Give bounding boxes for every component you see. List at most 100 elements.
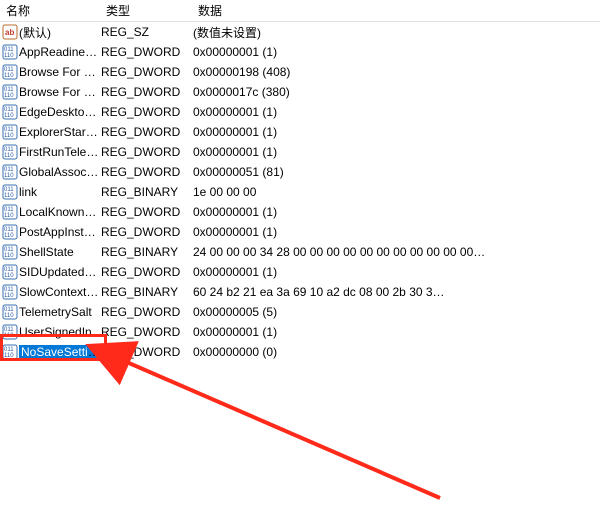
value-type-cell: REG_BINARY [101, 285, 193, 299]
value-data-cell: 1e 00 00 00 [193, 185, 600, 199]
registry-value-row[interactable]: 011110PostAppInstall…REG_DWORD0x00000001… [0, 222, 600, 242]
reg-binary-icon: 011110 [2, 184, 18, 200]
value-name-cell: Browse For Fol… [19, 85, 101, 99]
value-type-cell: REG_DWORD [101, 265, 193, 279]
reg-binary-icon: 011110 [2, 264, 18, 280]
reg-sz-icon: ab [2, 24, 18, 40]
value-type-cell: REG_DWORD [101, 145, 193, 159]
reg-binary-icon: 011110 [2, 104, 18, 120]
value-type-cell: REG_BINARY [101, 245, 193, 259]
registry-value-row[interactable]: 011110GlobalAssocCh…REG_DWORD0x00000051 … [0, 162, 600, 182]
value-name-cell: Browse For Fol… [19, 65, 101, 79]
value-name-text: TelemetrySalt [19, 305, 92, 319]
column-header-name[interactable]: 名称 [2, 2, 102, 19]
reg-binary-icon: 011110 [2, 164, 18, 180]
value-list: ab(默认)REG_SZ(数值未设置)011110AppReadiness…RE… [0, 22, 600, 362]
svg-text:110: 110 [4, 173, 14, 179]
value-type-cell: REG_DWORD [101, 125, 193, 139]
value-data-cell: 0x00000001 (1) [193, 125, 600, 139]
registry-value-row[interactable]: 011110SIDUpdatedO…REG_DWORD0x00000001 (1… [0, 262, 600, 282]
registry-value-row[interactable]: 011110NoSaveSettingsREG_DWORD0x00000000 … [0, 342, 600, 362]
value-type-cell: REG_DWORD [101, 45, 193, 59]
reg-binary-icon: 011110 [2, 304, 18, 320]
value-data-cell: 0x00000198 (408) [193, 65, 600, 79]
reg-binary-icon: 011110 [2, 64, 18, 80]
registry-value-row[interactable]: 011110link REG_BINARY1e 00 00 00 [0, 182, 600, 202]
registry-value-row[interactable]: 011110ExplorerStartu…REG_DWORD0x00000001… [0, 122, 600, 142]
reg-binary-icon: 011110 [2, 344, 18, 360]
reg-binary-icon: 011110 [2, 44, 18, 60]
value-name-text: PostAppInstall… [19, 225, 101, 239]
reg-binary-icon: 011110 [2, 244, 18, 260]
svg-text:110: 110 [4, 333, 14, 339]
svg-text:110: 110 [4, 353, 14, 359]
value-type-cell: REG_DWORD [101, 225, 193, 239]
svg-text:110: 110 [4, 233, 14, 239]
value-data-cell: 0x00000001 (1) [193, 145, 600, 159]
value-data-cell: 60 24 b2 21 ea 3a 69 10 a2 dc 08 00 2b 3… [193, 285, 600, 299]
registry-value-row[interactable]: 011110UserSignedInREG_DWORD0x00000001 (1… [0, 322, 600, 342]
value-data-cell: 0x00000001 (1) [193, 45, 600, 59]
value-data-cell: 0x00000000 (0) [193, 345, 600, 359]
value-name-text: Browse For Fol… [19, 85, 101, 99]
value-name-text: FirstRunTelem… [19, 145, 101, 159]
value-name-text: AppReadiness… [19, 45, 101, 59]
value-name-text: LocalKnownFol… [19, 205, 101, 219]
value-data-cell: 0x00000051 (81) [193, 165, 600, 179]
registry-value-row[interactable]: ab(默认)REG_SZ(数值未设置) [0, 22, 600, 42]
value-name-cell: PostAppInstall… [19, 225, 101, 239]
value-name-cell: LocalKnownFol… [19, 205, 101, 219]
value-name-cell: GlobalAssocCh… [19, 165, 101, 179]
value-name-cell: ExplorerStartu… [19, 125, 101, 139]
value-name-text: link [19, 185, 37, 199]
value-name-cell: TelemetrySalt [19, 305, 101, 319]
reg-binary-icon: 011110 [2, 224, 18, 240]
value-type-cell: REG_DWORD [101, 205, 193, 219]
column-header-row: 名称 类型 数据 [0, 0, 600, 22]
registry-value-row[interactable]: 011110SlowContextM…REG_BINARY60 24 b2 21… [0, 282, 600, 302]
value-data-cell: 0x00000005 (5) [193, 305, 600, 319]
registry-value-row[interactable]: 011110FirstRunTelem…REG_DWORD0x00000001 … [0, 142, 600, 162]
registry-value-row[interactable]: 011110EdgeDesktopS…REG_DWORD0x00000001 (… [0, 102, 600, 122]
svg-text:110: 110 [4, 193, 14, 199]
value-type-cell: REG_BINARY [101, 185, 193, 199]
value-type-cell: REG_DWORD [101, 345, 193, 359]
svg-text:110: 110 [4, 253, 14, 259]
svg-text:110: 110 [4, 293, 14, 299]
registry-value-row[interactable]: 011110ShellStateREG_BINARY24 00 00 00 34… [0, 242, 600, 262]
value-name-text: Browse For Fol… [19, 65, 101, 79]
registry-value-row[interactable]: 011110AppReadiness…REG_DWORD0x00000001 (… [0, 42, 600, 62]
value-data-cell: 0x00000001 (1) [193, 265, 600, 279]
value-name-cell: EdgeDesktopS… [19, 105, 101, 119]
value-data-cell: (数值未设置) [193, 24, 600, 41]
svg-text:ab: ab [5, 28, 14, 37]
value-name-text: (默认) [19, 26, 51, 40]
registry-value-row[interactable]: 011110LocalKnownFol…REG_DWORD0x00000001 … [0, 202, 600, 222]
svg-text:110: 110 [4, 213, 14, 219]
reg-binary-icon: 011110 [2, 324, 18, 340]
svg-text:110: 110 [4, 93, 14, 99]
value-name-cell: NoSaveSettings [19, 345, 101, 359]
registry-value-row[interactable]: 011110Browse For Fol…REG_DWORD0x00000198… [0, 62, 600, 82]
value-name-cell: link [19, 185, 101, 199]
svg-text:110: 110 [4, 153, 14, 159]
value-type-cell: REG_DWORD [101, 105, 193, 119]
value-name-text: NoSaveSettings [19, 345, 101, 359]
value-data-cell: 0x00000001 (1) [193, 325, 600, 339]
registry-value-row[interactable]: 011110Browse For Fol…REG_DWORD0x0000017c… [0, 82, 600, 102]
reg-binary-icon: 011110 [2, 124, 18, 140]
value-name-cell: ShellState [19, 245, 101, 259]
value-data-cell: 0x0000017c (380) [193, 85, 600, 99]
value-name-text: EdgeDesktopS… [19, 105, 101, 119]
column-header-data[interactable]: 数据 [194, 2, 600, 19]
svg-text:110: 110 [4, 313, 14, 319]
value-name-text: ExplorerStartu… [19, 125, 101, 139]
value-data-cell: 24 00 00 00 34 28 00 00 00 00 00 00 00 0… [193, 245, 600, 259]
registry-value-row[interactable]: 011110TelemetrySaltREG_DWORD0x00000005 (… [0, 302, 600, 322]
reg-binary-icon: 011110 [2, 84, 18, 100]
value-name-text: SlowContextM… [19, 285, 101, 299]
value-data-cell: 0x00000001 (1) [193, 105, 600, 119]
reg-binary-icon: 011110 [2, 204, 18, 220]
value-name-cell: SlowContextM… [19, 285, 101, 299]
column-header-type[interactable]: 类型 [102, 2, 194, 19]
